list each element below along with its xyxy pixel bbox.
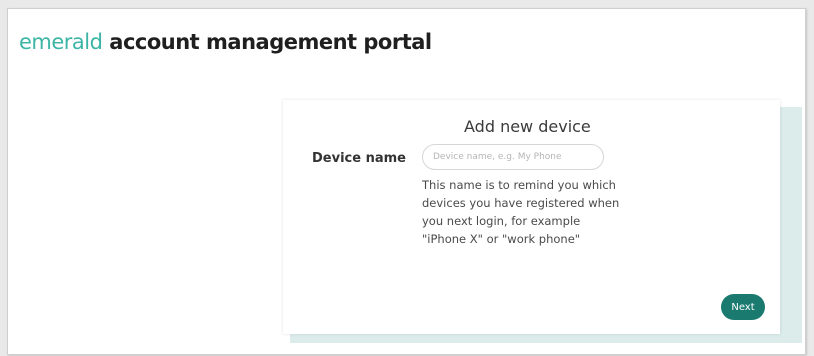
add-device-card: Add new device Device name This name is … <box>283 100 780 334</box>
device-name-help-text: This name is to remind you which devices… <box>422 178 620 246</box>
brand-logo-emerald: emerald <box>19 30 103 54</box>
next-button[interactable]: Next <box>721 294 765 320</box>
device-name-label: Device name <box>312 151 406 166</box>
device-name-input[interactable] <box>422 144 604 170</box>
brand-title: account management portal <box>109 30 432 54</box>
page-title: emerald account management portal <box>19 29 432 55</box>
card-title: Add new device <box>464 117 591 136</box>
